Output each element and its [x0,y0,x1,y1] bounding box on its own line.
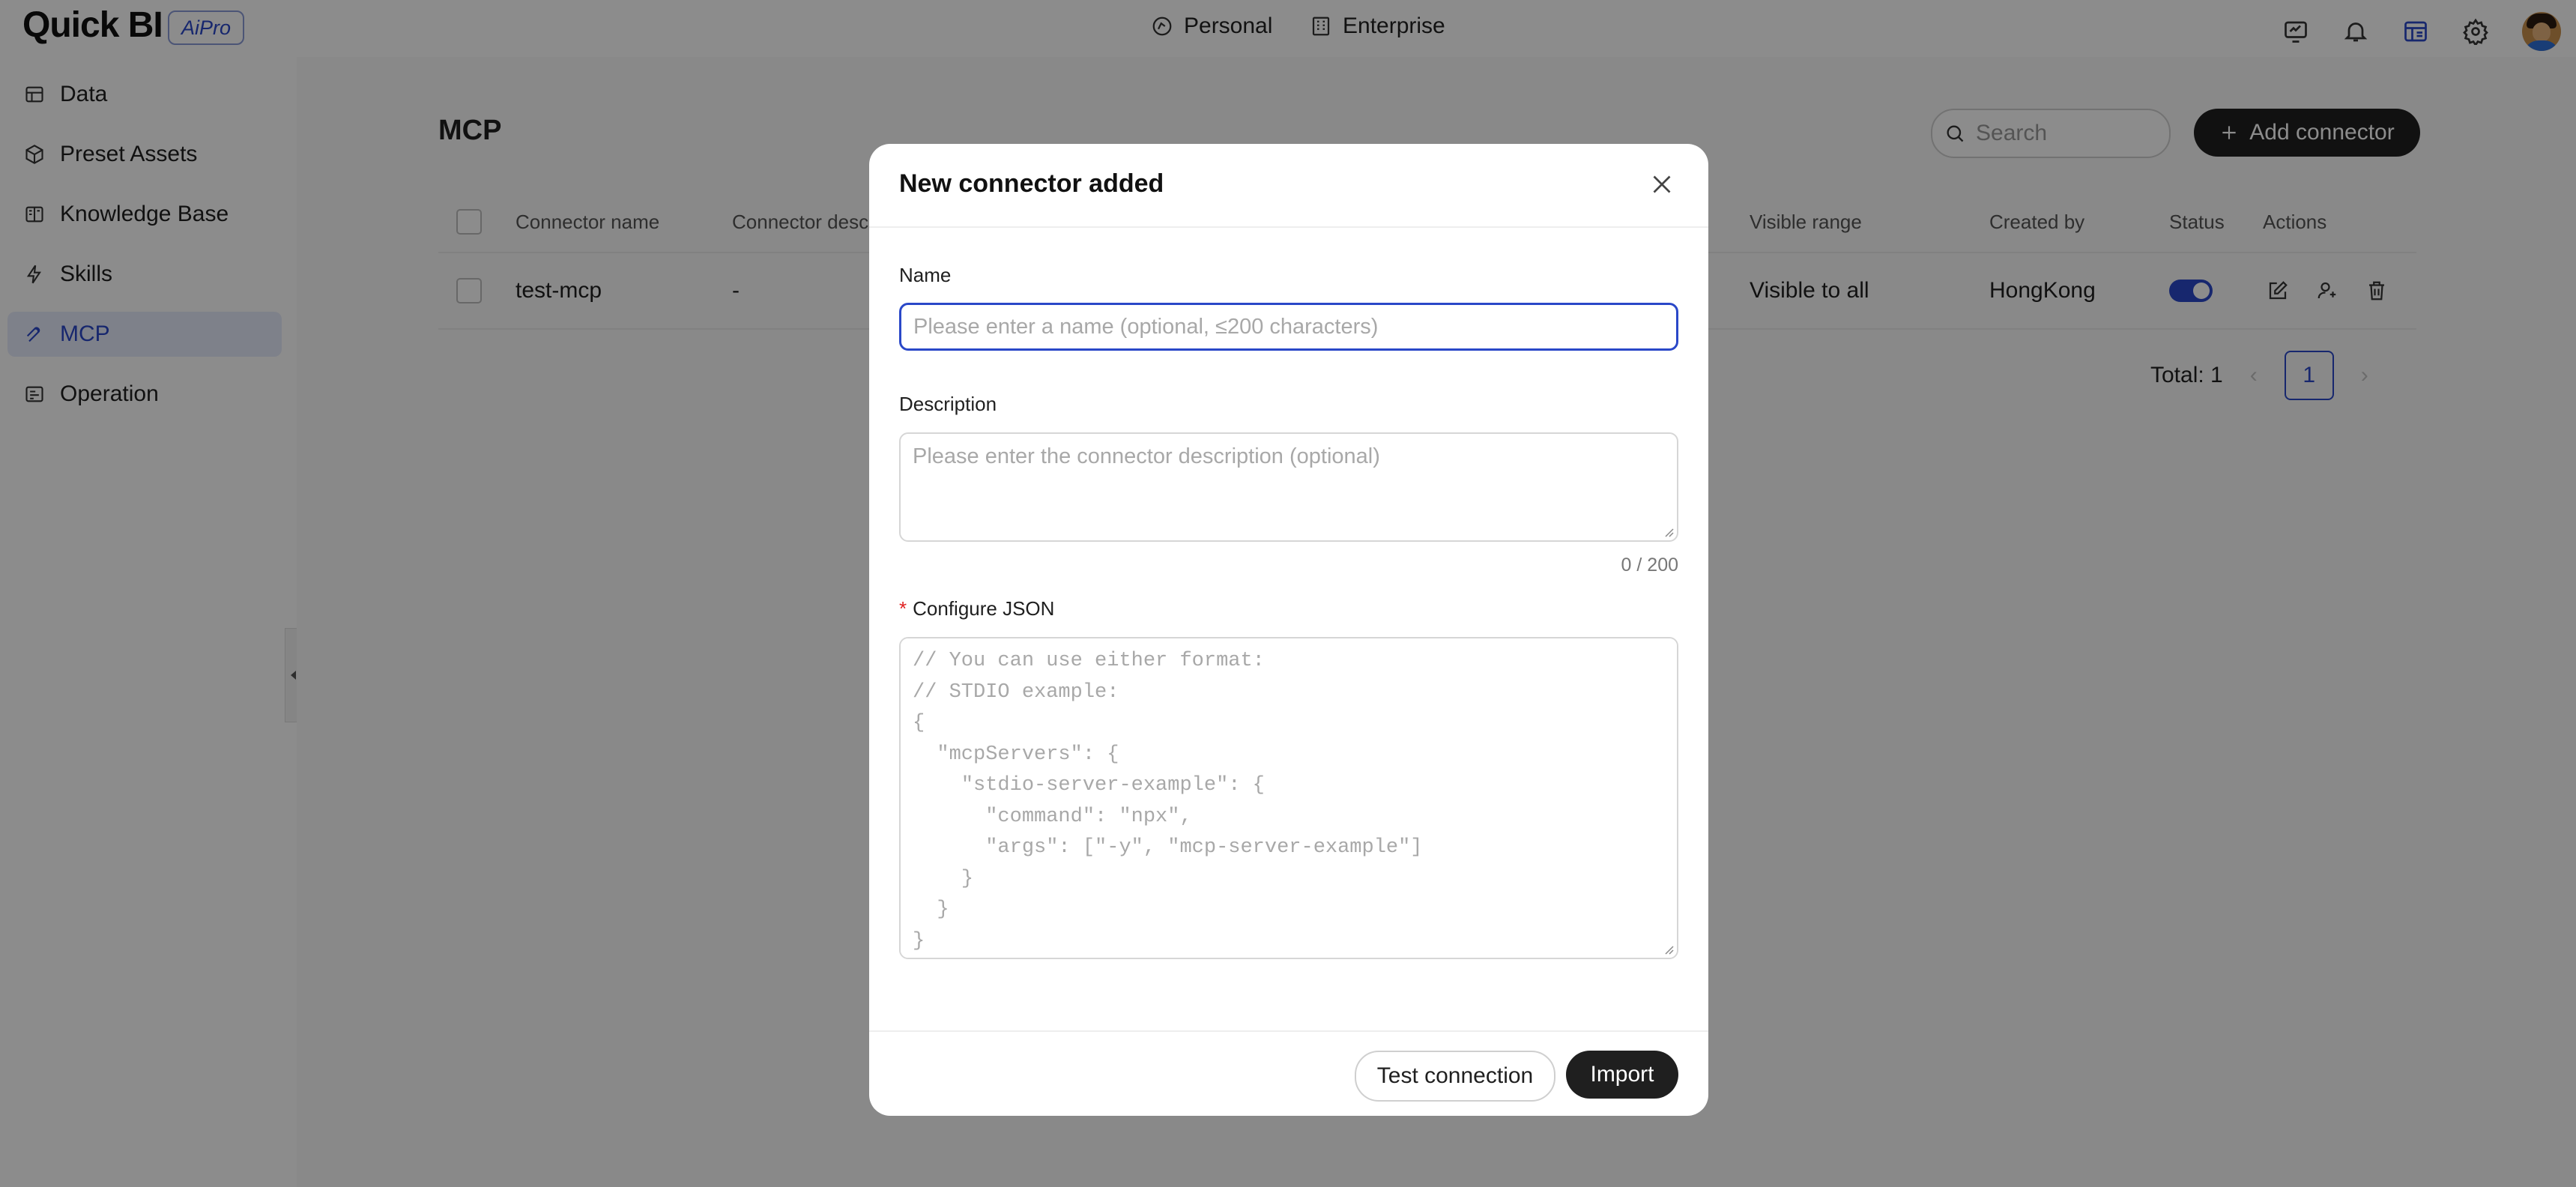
test-connection-button[interactable]: Test connection [1355,1051,1555,1102]
description-field[interactable] [899,432,1678,542]
description-counter: 0 / 200 [1621,555,1678,576]
required-asterisk: * [899,597,907,620]
resize-handle-icon[interactable] [1663,527,1674,537]
json-label: * Configure JSON [899,597,1054,620]
footer-divider [869,1030,1708,1032]
close-icon[interactable] [1648,171,1675,198]
resize-handle-icon[interactable] [1663,944,1674,955]
header-divider [869,226,1708,228]
new-connector-dialog: New connector added Name Description 0 /… [869,144,1708,1116]
json-label-text: Configure JSON [913,597,1055,620]
name-label: Name [899,264,952,286]
dialog-title: New connector added [899,169,1164,198]
json-config-field[interactable] [899,637,1678,959]
import-button[interactable]: Import [1566,1051,1678,1099]
description-label: Description [899,393,997,415]
name-field[interactable] [899,303,1678,351]
